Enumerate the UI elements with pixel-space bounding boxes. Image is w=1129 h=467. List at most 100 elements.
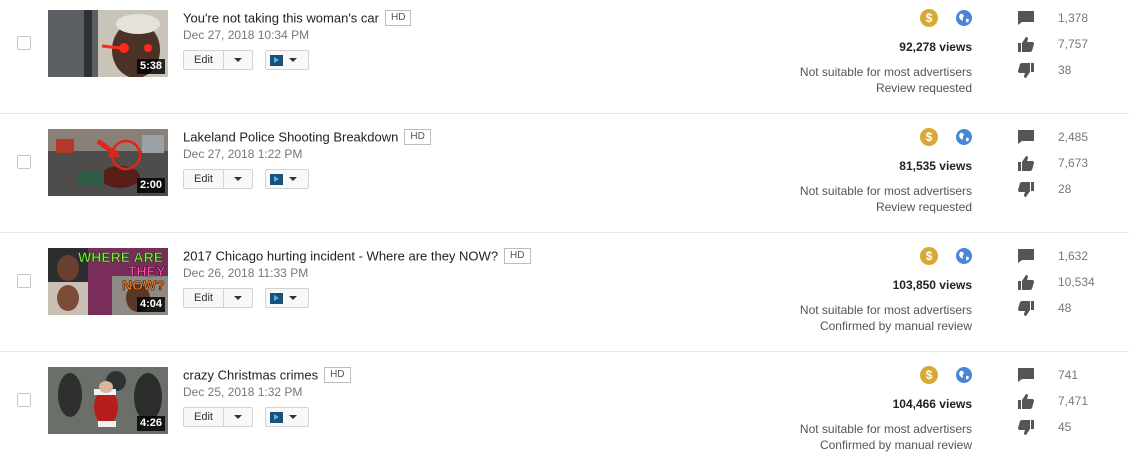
edit-button-group: Edit <box>183 288 253 308</box>
upload-date: Dec 27, 2018 1:22 PM <box>183 147 303 161</box>
select-checkbox[interactable] <box>17 274 31 288</box>
view-count: 104,466 views <box>892 397 972 411</box>
video-thumbnail[interactable]: WHERE ARE THEY NOW? 4:04 <box>48 248 168 315</box>
row-divider <box>0 351 1129 352</box>
thumbs-down-icon <box>1018 63 1034 78</box>
monetization-status[interactable]: Not suitable for most advertisers <box>800 422 972 436</box>
video-title[interactable]: 2017 Chicago hurting incident - Where ar… <box>183 248 498 263</box>
dollar-icon[interactable]: $ <box>920 128 938 146</box>
comment-count: 1,378 <box>1058 11 1089 25</box>
comment-icon <box>1018 130 1034 144</box>
video-row: 5:38 You're not taking this woman's car H… <box>0 0 1129 119</box>
dislike-count: 45 <box>1058 420 1072 434</box>
review-status: Review requested <box>875 200 972 214</box>
comment-count: 741 <box>1058 368 1079 382</box>
edit-button-group: Edit <box>183 407 253 427</box>
select-checkbox[interactable] <box>17 155 31 169</box>
dollar-icon[interactable]: $ <box>920 366 938 384</box>
view-count: 81,535 views <box>899 159 972 173</box>
upload-date: Dec 26, 2018 11:33 PM <box>183 266 309 280</box>
promote-icon <box>270 292 283 304</box>
chevron-down-icon <box>289 58 297 62</box>
view-count: 103,850 views <box>892 278 972 292</box>
edit-dropdown-button[interactable] <box>223 50 253 70</box>
svg-text:NOW?: NOW? <box>122 277 165 293</box>
chevron-down-icon <box>289 415 297 419</box>
thumbs-up-icon <box>1018 275 1034 290</box>
select-checkbox[interactable] <box>17 393 31 407</box>
comment-count: 1,632 <box>1058 249 1089 263</box>
edit-button[interactable]: Edit <box>183 288 223 308</box>
video-thumbnail[interactable]: 5:38 <box>48 10 168 77</box>
comment-icon <box>1018 249 1034 263</box>
promote-dropdown-button[interactable] <box>265 50 309 70</box>
upload-date: Dec 27, 2018 10:34 PM <box>183 28 310 42</box>
edit-dropdown-button[interactable] <box>223 288 253 308</box>
promote-icon <box>270 411 283 423</box>
review-status: Confirmed by manual review <box>819 319 972 333</box>
video-duration: 5:38 <box>136 59 165 74</box>
hd-badge: HD <box>504 247 531 264</box>
monetization-status[interactable]: Not suitable for most advertisers <box>800 184 972 198</box>
globe-icon[interactable] <box>955 366 973 384</box>
review-status: Confirmed by manual review <box>819 438 972 452</box>
video-row: WHERE ARE THEY NOW? 4:04 2017 Chicago hu… <box>0 238 1129 357</box>
like-count: 7,757 <box>1058 37 1089 51</box>
upload-date: Dec 25, 2018 1:32 PM <box>183 385 303 399</box>
edit-button[interactable]: Edit <box>183 50 223 70</box>
globe-icon[interactable] <box>955 128 973 146</box>
monetization-status[interactable]: Not suitable for most advertisers <box>800 303 972 317</box>
video-duration: 4:26 <box>136 416 165 431</box>
globe-icon[interactable] <box>955 9 973 27</box>
video-row: 2:00 Lakeland Police Shooting Breakdown H… <box>0 119 1129 238</box>
view-count: 92,278 views <box>899 40 972 54</box>
video-title[interactable]: crazy Christmas crimes <box>183 367 318 382</box>
chevron-down-icon <box>234 296 242 300</box>
dollar-icon[interactable]: $ <box>920 247 938 265</box>
edit-button-group: Edit <box>183 50 253 70</box>
video-duration: 2:00 <box>136 178 165 193</box>
edit-button[interactable]: Edit <box>183 407 223 427</box>
thumbs-down-icon <box>1018 182 1034 197</box>
globe-icon[interactable] <box>955 247 973 265</box>
hd-badge: HD <box>404 128 431 145</box>
promote-dropdown-button[interactable] <box>265 169 309 189</box>
video-title[interactable]: Lakeland Police Shooting Breakdown <box>183 129 398 144</box>
hd-badge: HD <box>324 366 351 383</box>
promote-icon <box>270 173 283 185</box>
review-status: Review requested <box>875 81 972 95</box>
like-count: 10,534 <box>1058 275 1095 289</box>
video-title[interactable]: You're not taking this woman's car <box>183 10 379 25</box>
promote-icon <box>270 54 283 66</box>
promote-dropdown-button[interactable] <box>265 288 309 308</box>
dislike-count: 28 <box>1058 182 1072 196</box>
edit-button-group: Edit <box>183 169 253 189</box>
thumbs-down-icon <box>1018 301 1034 316</box>
thumbs-up-icon <box>1018 394 1034 409</box>
select-checkbox[interactable] <box>17 36 31 50</box>
chevron-down-icon <box>234 415 242 419</box>
comment-icon <box>1018 368 1034 382</box>
dislike-count: 48 <box>1058 301 1072 315</box>
like-count: 7,673 <box>1058 156 1089 170</box>
video-thumbnail[interactable]: 4:26 <box>48 367 168 434</box>
promote-dropdown-button[interactable] <box>265 407 309 427</box>
dollar-icon[interactable]: $ <box>920 9 938 27</box>
hd-badge: HD <box>384 9 412 26</box>
edit-dropdown-button[interactable] <box>223 407 253 427</box>
row-divider <box>0 232 1129 233</box>
thumbs-up-icon <box>1018 156 1034 171</box>
thumbs-down-icon <box>1018 420 1034 435</box>
video-duration: 4:04 <box>136 297 165 312</box>
chevron-down-icon <box>234 58 242 62</box>
dislike-count: 38 <box>1058 63 1072 77</box>
monetization-status[interactable]: Not suitable for most advertisers <box>800 65 972 79</box>
comment-count: 2,485 <box>1058 130 1089 144</box>
comment-icon <box>1018 11 1034 25</box>
edit-dropdown-button[interactable] <box>223 169 253 189</box>
edit-button[interactable]: Edit <box>183 169 223 189</box>
video-thumbnail[interactable]: 2:00 <box>48 129 168 196</box>
chevron-down-icon <box>289 177 297 181</box>
thumbs-up-icon <box>1018 37 1034 52</box>
like-count: 7,471 <box>1058 394 1089 408</box>
